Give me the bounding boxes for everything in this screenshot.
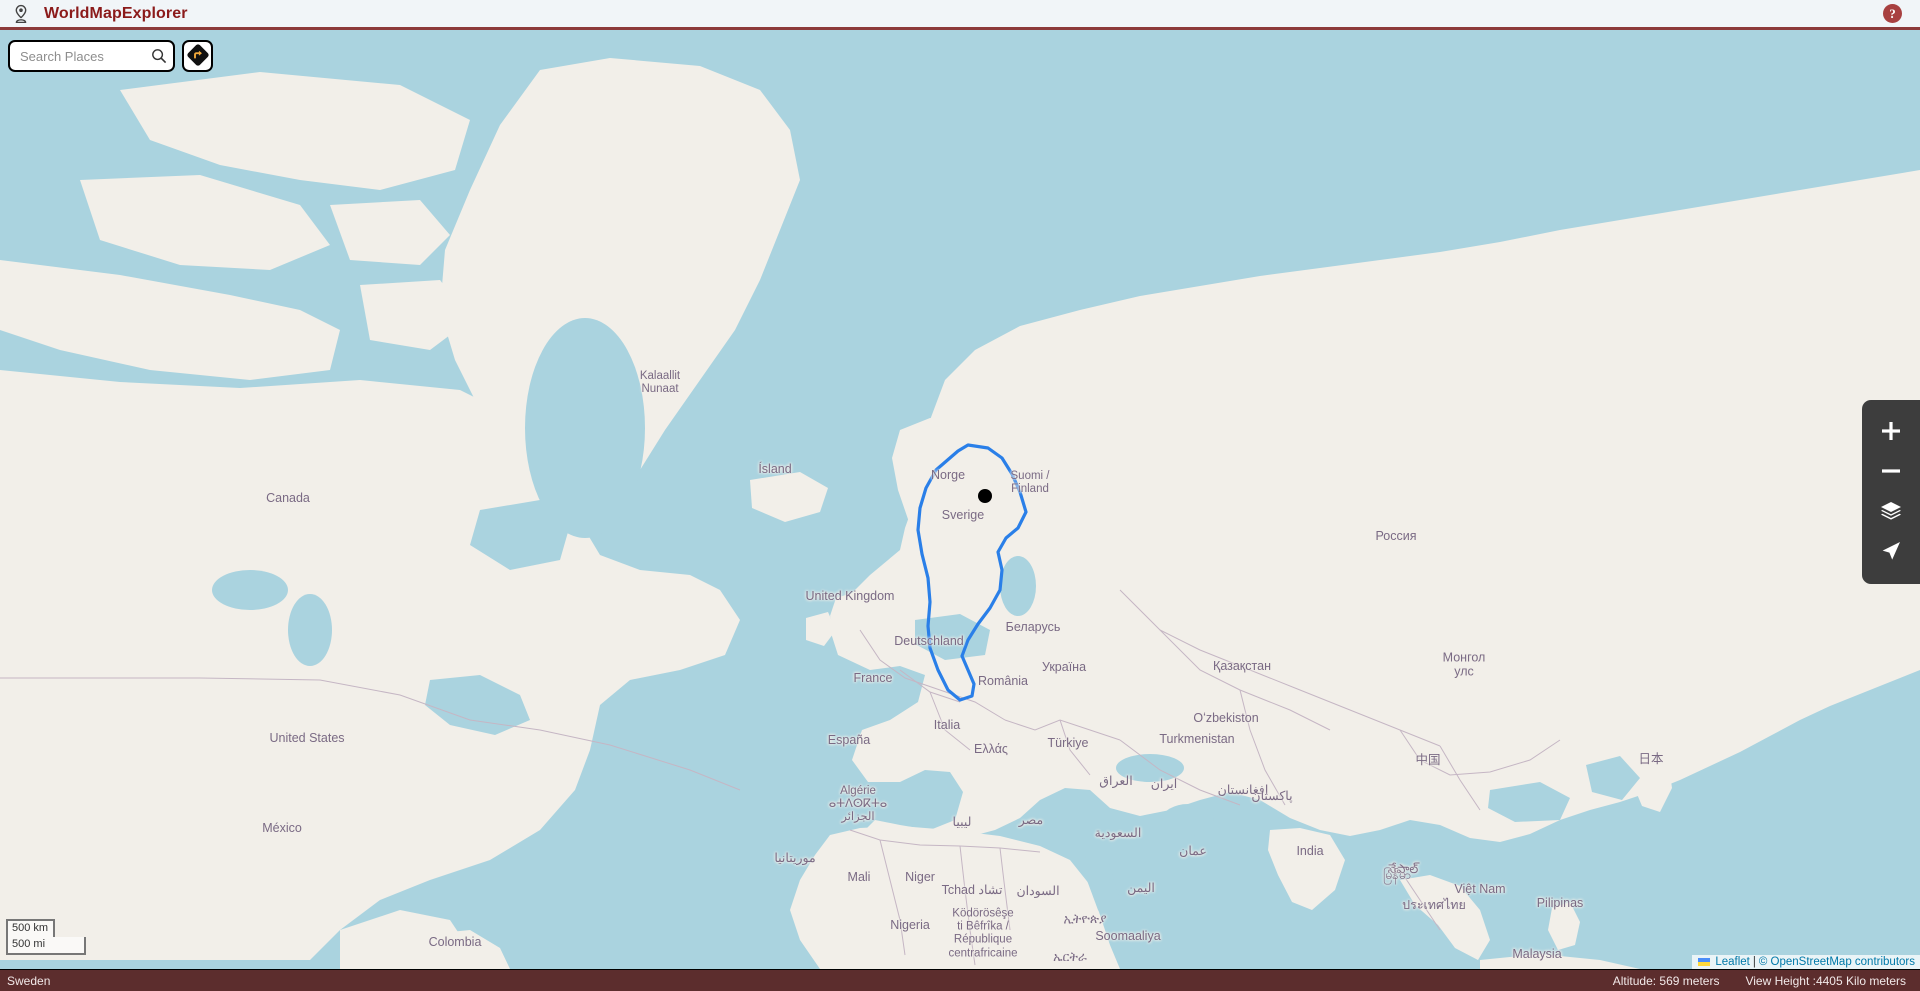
map-pin-icon xyxy=(12,4,30,24)
directions-icon xyxy=(186,43,209,69)
app-header: WorldMapExplorer ? xyxy=(0,0,1920,30)
scale-metric: 500 km xyxy=(6,919,55,937)
layers-icon xyxy=(1881,502,1901,520)
directions-button[interactable] xyxy=(182,40,213,72)
minus-icon xyxy=(1882,469,1900,473)
status-place: Sweden xyxy=(7,973,51,988)
map-tiles xyxy=(0,30,1920,969)
location-marker xyxy=(978,489,992,503)
attribution-separator: | xyxy=(1752,956,1756,968)
map-controls xyxy=(1862,400,1920,584)
search-icon[interactable] xyxy=(151,48,167,64)
status-bar: Sweden Altitude: 569 meters View Height … xyxy=(0,969,1920,991)
layers-button[interactable] xyxy=(1862,491,1920,531)
plus-icon xyxy=(1882,422,1900,440)
header-brand: WorldMapExplorer xyxy=(0,4,188,24)
attribution: Leaflet | © OpenStreetMap contributors xyxy=(1692,955,1920,969)
leaflet-flag-icon xyxy=(1698,958,1711,966)
map-canvas[interactable]: Kalaallit Nunaat Ísland Canada United State… xyxy=(0,30,1920,969)
search-input[interactable] xyxy=(20,48,151,64)
scale-control: 500 km 500 mi xyxy=(6,919,86,955)
zoom-out-button[interactable] xyxy=(1862,451,1920,491)
status-metrics: Altitude: 569 meters View Height :4405 K… xyxy=(1613,974,1920,988)
search-box[interactable] xyxy=(8,40,175,72)
navigation-arrow-icon xyxy=(1882,542,1900,560)
status-altitude: Altitude: 569 meters xyxy=(1612,973,1720,988)
header-actions: ? xyxy=(1883,4,1920,23)
status-view-height: View Height :4405 Kilo meters xyxy=(1745,973,1906,988)
help-button[interactable]: ? xyxy=(1883,4,1902,23)
leaflet-link[interactable]: Leaflet xyxy=(1715,956,1750,968)
page-title: WorldMapExplorer xyxy=(44,4,188,22)
zoom-in-button[interactable] xyxy=(1862,411,1920,451)
scale-imperial: 500 mi xyxy=(6,937,86,955)
locate-button[interactable] xyxy=(1862,531,1920,571)
search-control xyxy=(8,40,213,72)
openstreetmap-link[interactable]: © OpenStreetMap contributors xyxy=(1759,956,1915,968)
